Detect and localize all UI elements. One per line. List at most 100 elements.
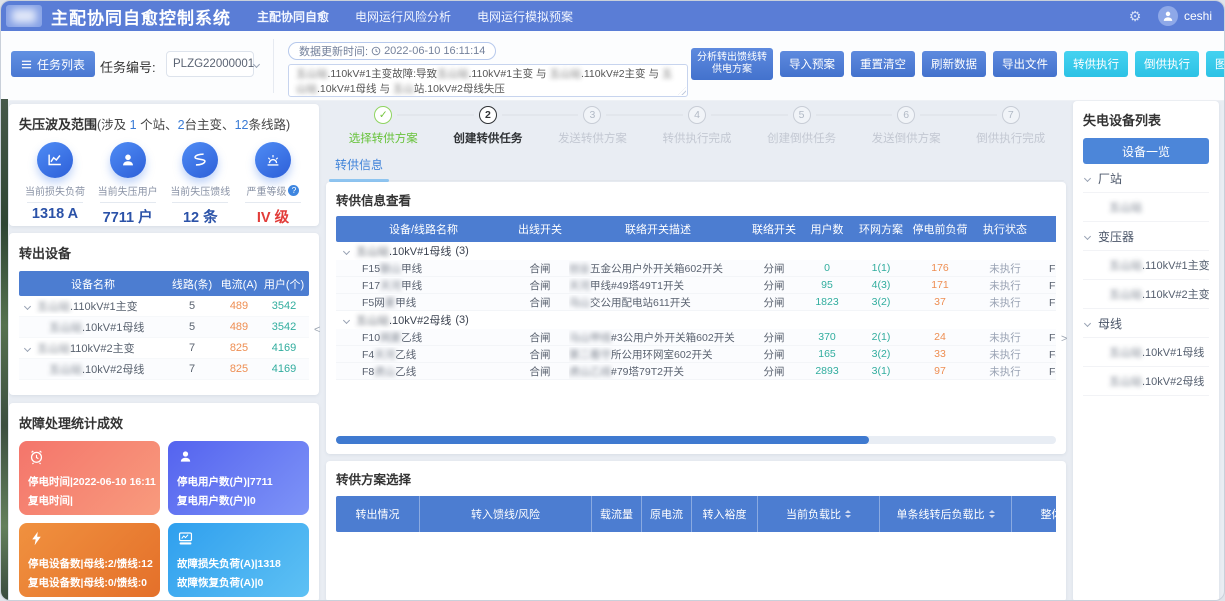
help-icon[interactable]: ? bbox=[288, 185, 299, 196]
tab-transfer-info[interactable]: 转供信息 bbox=[331, 153, 387, 180]
table-row[interactable]: 五山站.10kV#1母线54893542 bbox=[19, 317, 309, 338]
device-overview-header[interactable]: 设备一览 bbox=[1083, 138, 1209, 164]
transfer-plan-panel: 转供方案选择 转出情况转入馈线/风险载流量原电流转入裕度当前负载比单条线转后负载… bbox=[326, 461, 1066, 601]
table-header: 转出情况转入馈线/风险载流量原电流转入裕度当前负载比单条线转后负载比整体执行负载… bbox=[336, 496, 1056, 532]
column-header: 原电流 bbox=[642, 496, 692, 532]
step-5[interactable]: 5创建倒供任务 bbox=[749, 105, 854, 146]
collapse-right-handle[interactable]: > bbox=[1061, 333, 1067, 345]
tree-node[interactable]: 变压器 bbox=[1083, 222, 1209, 251]
column-header[interactable]: 单条线转后负载比 bbox=[880, 496, 1012, 532]
stat-line-text: 停电时间|2022-06-10 16:11 bbox=[28, 474, 151, 489]
action-button[interactable]: 分析转出馈线转供电方案 bbox=[691, 48, 773, 80]
group-count: (3) bbox=[455, 314, 468, 326]
panel-title: 失电设备列表 bbox=[1083, 110, 1209, 129]
tree-leaf[interactable]: 五山站.110kV#1主变 bbox=[1083, 251, 1209, 280]
tree-node[interactable]: 厂站 bbox=[1083, 164, 1209, 193]
table-row[interactable]: F8虎山乙线合闸虎山乙线#79塔79T2开关分闸28933(1)97未执行F5和… bbox=[336, 363, 1056, 380]
table-row[interactable]: 五山站.10kV#2母线78254169 bbox=[19, 359, 309, 380]
impact-subtitle: (涉及 1 个站、2台主变、12条线路) bbox=[97, 118, 290, 132]
group-row[interactable]: 五山站.10kV#2母线(3) bbox=[336, 311, 1056, 329]
nav-item-0[interactable]: 主配协同自愈 bbox=[257, 8, 329, 25]
table-row[interactable]: 五山站110kV#2主变78254169 bbox=[19, 338, 309, 359]
column-header[interactable]: 整体执行负载比 bbox=[1012, 496, 1056, 532]
chevron-down-icon[interactable] bbox=[1084, 319, 1091, 326]
chevron-down-icon[interactable] bbox=[343, 247, 350, 254]
group-row[interactable]: 五山站.10kV#1母线(3) bbox=[336, 242, 1056, 260]
outgoing-switch-cell: 合闸 bbox=[511, 330, 569, 345]
task-no-select[interactable]: PLZG22000001 bbox=[166, 51, 254, 77]
table-row[interactable]: 五山站.110kV#1主变54893542 bbox=[19, 296, 309, 317]
task-list-button[interactable]: 任务列表 bbox=[11, 51, 95, 77]
impact-stats: 当前损失负荷1318 A当前失压用户7711 户当前失压馈线12 条严重等级?I… bbox=[19, 142, 309, 227]
step-6[interactable]: 6发送倒供方案 bbox=[854, 105, 959, 146]
stat-value: 7711 户 bbox=[92, 206, 164, 227]
table-row[interactable]: F4天河乙线合闸第二看守所公用环网室602开关分闸1653(2)33未执行F8看… bbox=[336, 346, 1056, 363]
user-count-cell: 1823 bbox=[801, 296, 853, 308]
step-3[interactable]: 3发送转供方案 bbox=[540, 105, 645, 146]
step-1[interactable]: ✓选择转供方案 bbox=[331, 105, 436, 146]
fault-stat-card: 故障损失负荷(A)|1318故障恢复负荷(A)|0 bbox=[168, 523, 309, 597]
table-scroll-area: 转出情况转入馈线/风险载流量原电流转入裕度当前负载比单条线转后负载比整体执行负载… bbox=[336, 488, 1056, 532]
chevron-down-icon[interactable] bbox=[343, 316, 350, 323]
exec-status-cell: 未执行 bbox=[971, 347, 1039, 362]
lines-cell: 7 bbox=[167, 363, 217, 375]
action-button[interactable]: 导入预案 bbox=[780, 51, 844, 77]
task-no-label: 任务编号: bbox=[100, 57, 156, 76]
action-button[interactable]: 重置清空 bbox=[851, 51, 915, 77]
step-2[interactable]: 2创建转供任务 bbox=[436, 105, 541, 146]
step-label: 选择转供方案 bbox=[331, 130, 436, 146]
action-button[interactable]: 导出文件 bbox=[993, 51, 1057, 77]
stat-label: 当前失压用户 bbox=[92, 183, 164, 198]
workflow-stepper: ✓选择转供方案2创建转供任务3发送转供方案4转供执行完成5创建倒供任务6发送倒供… bbox=[331, 105, 1063, 146]
action-button[interactable]: 刷新数据 bbox=[922, 51, 986, 77]
sort-icon[interactable] bbox=[845, 507, 851, 521]
table-header: 设备/线路名称出线开关联络开关描述联络开关用户数环网方案停电前负荷执行状态转入馈… bbox=[336, 216, 1056, 242]
chevron-down-icon[interactable] bbox=[24, 344, 31, 351]
current-cell: 825 bbox=[217, 342, 261, 354]
tree-leaf[interactable]: 五山站.10kV#1母线 bbox=[1083, 338, 1209, 367]
tie-switch-desc-cell: 马山甲线#3公用户外开关箱602开关 bbox=[569, 330, 747, 345]
stat-line-text: 故障恢复负荷(A)|0 bbox=[177, 575, 300, 590]
gear-icon[interactable]: ⚙ bbox=[1126, 8, 1144, 25]
tie-switch-desc-cell: 第二看守所公用环网室602开关 bbox=[569, 347, 747, 362]
feeder-icon bbox=[182, 142, 218, 178]
tree-leaf[interactable]: 五山站 bbox=[1083, 193, 1209, 222]
tie-switch-desc-cell: 创业五金公用户外开关箱602开关 bbox=[569, 261, 747, 276]
table-row[interactable]: F17天河甲线合闸天河甲线#49塔49T1开关分闸954(3)171未执行F7天… bbox=[336, 277, 1056, 294]
nav-item-2[interactable]: 电网运行模拟预案 bbox=[477, 8, 573, 25]
app-title: 主配协同自愈控制系统 bbox=[51, 4, 231, 29]
chevron-down-icon[interactable] bbox=[1084, 174, 1091, 181]
nav-item-1[interactable]: 电网运行风险分析 bbox=[355, 8, 451, 25]
step-4[interactable]: 4转供执行完成 bbox=[645, 105, 750, 146]
scrollbar-thumb[interactable] bbox=[336, 436, 869, 444]
tree-node[interactable]: 母线 bbox=[1083, 309, 1209, 338]
chevron-down-icon[interactable] bbox=[24, 302, 31, 309]
collapse-left-handle[interactable]: < bbox=[314, 324, 320, 336]
table-row[interactable]: F10网夏乙线合闸马山甲线#3公用户外开关箱602开关分闸3702(1)24未执… bbox=[336, 329, 1056, 346]
user-menu[interactable]: ceshi bbox=[1158, 6, 1212, 26]
column-header[interactable]: 当前负载比 bbox=[758, 496, 880, 532]
table-scroll-area: 设备/线路名称出线开关联络开关描述联络开关用户数环网方案停电前负荷执行状态转入馈… bbox=[336, 216, 1056, 380]
tree-leaf[interactable]: 五山站.10kV#2母线 bbox=[1083, 367, 1209, 396]
action-button[interactable]: 转供执行 bbox=[1064, 51, 1128, 77]
step-7[interactable]: 7倒供执行完成 bbox=[958, 105, 1063, 146]
table-row[interactable]: F15联山甲线合闸创业五金公用户外开关箱602开关分闸01(1)176未执行F1… bbox=[336, 260, 1056, 277]
update-time-label: 数据更新时间: bbox=[299, 43, 368, 59]
fault-description-input[interactable]: 五山站.110kV#1主变故障:导致五山站.110kV#1主变 与 五山站.11… bbox=[288, 64, 688, 97]
chevron-down-icon[interactable] bbox=[1084, 232, 1091, 239]
task-list-label: 任务列表 bbox=[37, 56, 85, 73]
horizontal-scrollbar[interactable] bbox=[336, 436, 1056, 444]
tie-switch-cell: 分闸 bbox=[747, 278, 801, 293]
pre-outage-load-cell: 171 bbox=[909, 279, 971, 291]
action-button[interactable]: 倒供执行 bbox=[1135, 51, 1199, 77]
sort-icon[interactable] bbox=[989, 507, 995, 521]
pre-outage-load-cell: 176 bbox=[909, 262, 971, 274]
alarm-clock-icon bbox=[28, 448, 151, 470]
table-row[interactable]: F5网夏甲线合闸乌山交公用配电站611开关分闸18233(2)37未执行F16马… bbox=[336, 294, 1056, 311]
impact-stat: 当前失压馈线12 条 bbox=[164, 142, 236, 227]
tree-node-label: 母线 bbox=[1098, 315, 1122, 332]
tree-leaf[interactable]: 五山站.110kV#2主变 bbox=[1083, 280, 1209, 309]
users-cell: 3542 bbox=[261, 300, 307, 312]
step-label: 发送转供方案 bbox=[540, 130, 645, 146]
action-button[interactable]: 图形分析 bbox=[1206, 51, 1225, 77]
